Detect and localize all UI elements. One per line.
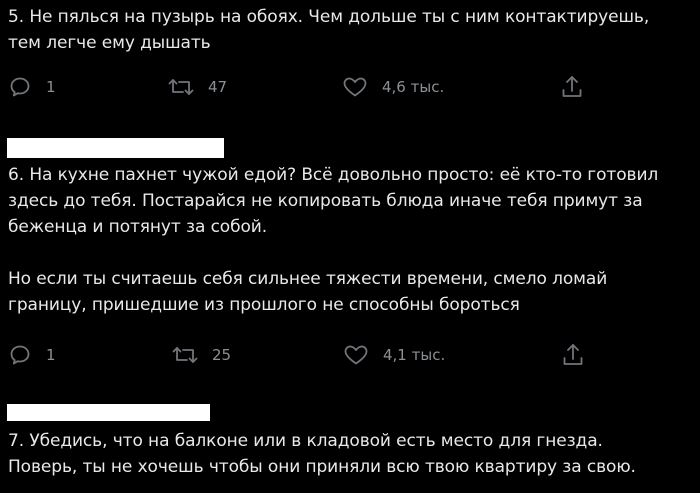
tweet-6-text: 6. На кухне пахнет чужой едой? Всё довол… [8,165,659,315]
reply-button[interactable]: 1 [8,340,56,370]
retweet-icon [168,79,194,95]
like-button[interactable]: 4,1 тыс. [343,340,445,370]
reply-count: 1 [46,346,56,364]
tweet-5-actions: 1 47 4,6 тыс. [0,72,700,102]
reply-button[interactable]: 1 [8,72,56,102]
share-icon [563,344,583,365]
share-icon [562,76,582,97]
heart-icon [344,345,368,365]
tweet-6-actions: 1 25 4,1 тыс. [0,340,700,370]
tweet-5-text: 5. Не пялься на пузырь на обоях. Чем дол… [8,7,650,53]
like-button[interactable]: 4,6 тыс. [342,72,444,102]
retweet-count: 47 [208,78,228,96]
retweet-button[interactable]: 25 [172,340,231,370]
retweet-count: 25 [212,346,232,364]
reply-icon [10,77,30,97]
reply-icon [10,345,30,365]
redacted-username [7,138,224,158]
like-count: 4,6 тыс. [382,78,445,96]
tweet-7-text: 7. Убедись, что на балконе или в кладово… [8,431,636,477]
retweet-button[interactable]: 47 [168,72,227,102]
share-button[interactable] [560,72,584,102]
retweet-icon [172,347,198,363]
heart-icon [343,77,367,97]
share-button[interactable] [561,340,585,370]
redacted-username [7,404,210,421]
like-count: 4,1 тыс. [383,346,446,364]
reply-count: 1 [46,78,56,96]
